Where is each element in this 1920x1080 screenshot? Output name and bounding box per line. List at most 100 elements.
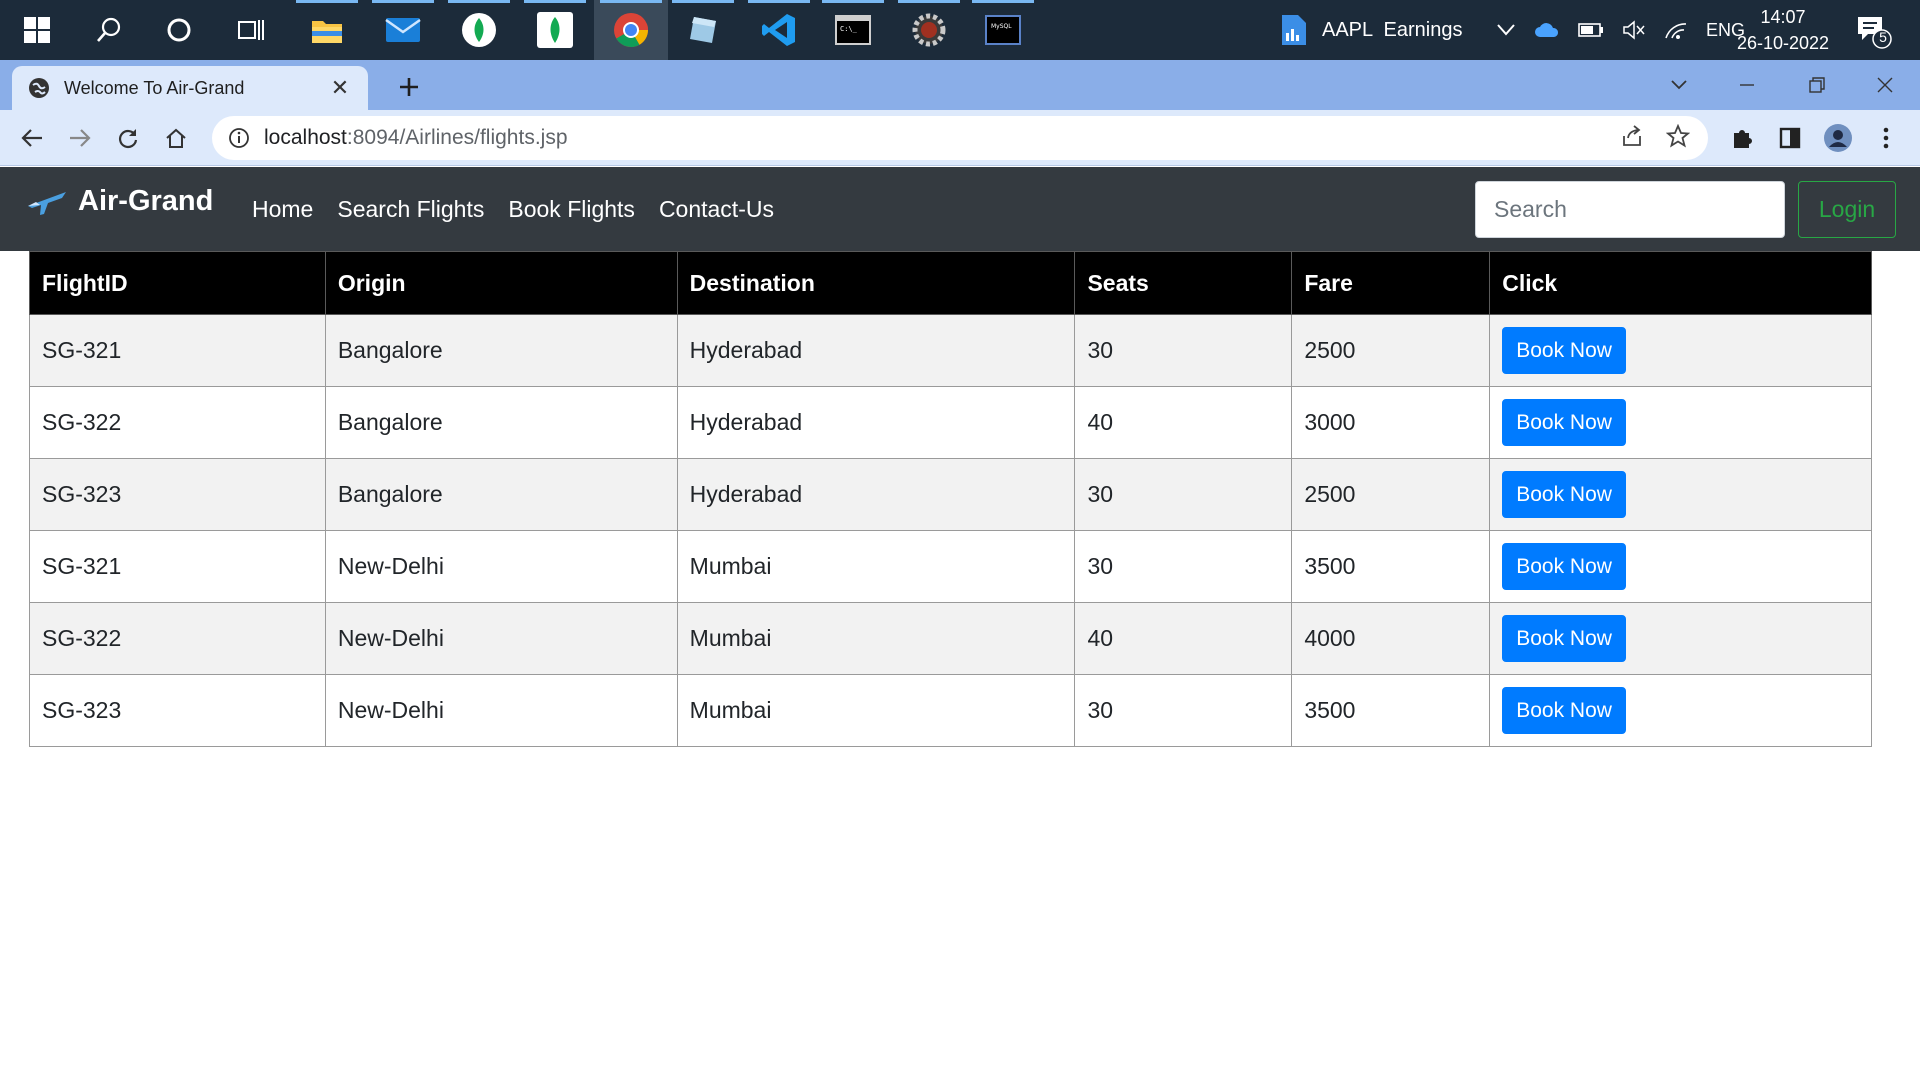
close-window-button[interactable]: [1850, 60, 1920, 110]
cell-action: Book Now: [1489, 530, 1872, 603]
chevron-up-icon[interactable]: [1496, 23, 1516, 37]
nav-link-search-flights[interactable]: Search Flights: [337, 196, 484, 223]
battery-icon[interactable]: [1578, 22, 1604, 38]
system-tray: ENG: [1496, 0, 1745, 60]
windows-start-icon: [24, 17, 50, 43]
kebab-menu-icon: [1883, 127, 1889, 149]
cortana-button[interactable]: [142, 0, 216, 60]
cell-origin: Bangalore: [324, 458, 678, 531]
address-bar[interactable]: localhost:8094/Airlines/flights.jsp: [212, 116, 1708, 160]
windows-taskbar: C:\_ MySQL AAPL Earnings ENG 14:07 26-10…: [0, 0, 1920, 60]
wifi-icon[interactable]: [1664, 20, 1688, 40]
cell-origin: New-Delhi: [324, 602, 678, 675]
cell-action: Book Now: [1489, 458, 1872, 531]
cell-fare: 2500: [1291, 314, 1491, 387]
settings-gear-app-icon: [912, 13, 946, 47]
cortana-icon: [167, 18, 191, 42]
terminal-icon: C:\_: [835, 15, 871, 45]
table-row: SG-322 Bangalore Hyderabad 40 3000 Book …: [29, 386, 1872, 459]
notepad-app-button[interactable]: [666, 0, 740, 60]
cell-destination: Mumbai: [676, 530, 1076, 603]
cell-destination: Hyderabad: [676, 458, 1076, 531]
clock[interactable]: 14:07 26-10-2022: [1728, 4, 1838, 56]
profile-button[interactable]: [1820, 120, 1856, 156]
cell-action: Book Now: [1489, 314, 1872, 387]
file-explorer-button[interactable]: [290, 0, 364, 60]
tab-close-icon[interactable]: ✕: [328, 75, 352, 101]
back-button[interactable]: [14, 120, 50, 156]
url-path: :8094/Airlines/flights.jsp: [346, 126, 568, 149]
book-now-button[interactable]: Book Now: [1502, 327, 1626, 374]
vscode-icon: [762, 14, 795, 46]
browser-tab[interactable]: Welcome To Air-Grand ✕: [12, 66, 368, 110]
avatar-icon: [1824, 124, 1852, 152]
extensions-button[interactable]: [1724, 120, 1760, 156]
new-tab-button[interactable]: [392, 70, 426, 104]
settings-gear-app-button[interactable]: [892, 0, 966, 60]
globe-favicon-icon: [29, 78, 49, 98]
side-panel-button[interactable]: [1772, 120, 1808, 156]
mysql-icon: MySQL: [985, 15, 1021, 45]
nav-link-home[interactable]: Home: [252, 196, 313, 223]
share-icon[interactable]: [1620, 124, 1644, 148]
book-now-button[interactable]: Book Now: [1502, 615, 1626, 662]
mongodb-button[interactable]: [518, 0, 592, 60]
side-panel-icon: [1779, 127, 1801, 149]
minimize-button[interactable]: [1712, 60, 1782, 110]
info-icon[interactable]: [228, 127, 250, 149]
nav-link-book-flights[interactable]: Book Flights: [508, 196, 635, 223]
header-flight-id: FlightID: [29, 251, 326, 315]
table-row: SG-323 Bangalore Hyderabad 30 2500 Book …: [29, 458, 1872, 531]
mongodb-compass-button[interactable]: [442, 0, 516, 60]
header-seats: Seats: [1074, 251, 1293, 315]
forward-button[interactable]: [62, 120, 98, 156]
tab-title: Welcome To Air-Grand: [64, 77, 245, 98]
news-widget[interactable]: AAPL Earnings: [1278, 0, 1462, 60]
site-navbar: Air-Grand Home Search Flights Book Fligh…: [0, 167, 1920, 251]
windows-start-button[interactable]: [0, 0, 74, 60]
table-header-row: FlightID Origin Destination Seats Fare C…: [29, 251, 1872, 315]
clock-time: 14:07: [1760, 7, 1806, 27]
arrow-left-icon: [21, 129, 42, 147]
clock-date: 26-10-2022: [1736, 33, 1830, 53]
table-row: SG-323 New-Delhi Mumbai 30 3500 Book Now: [29, 674, 1872, 747]
book-now-button[interactable]: Book Now: [1502, 471, 1626, 518]
cell-origin: New-Delhi: [324, 674, 678, 747]
search-input[interactable]: [1475, 181, 1785, 238]
home-button[interactable]: [158, 120, 194, 156]
notepad-app-icon: [690, 17, 716, 43]
book-now-button[interactable]: Book Now: [1502, 399, 1626, 446]
cell-destination: Hyderabad: [676, 314, 1076, 387]
nav-link-contact-us[interactable]: Contact-Us: [659, 196, 774, 223]
cell-action: Book Now: [1489, 602, 1872, 675]
notification-center-button[interactable]: 5: [1854, 14, 1894, 55]
reload-button[interactable]: [110, 120, 146, 156]
cell-origin: New-Delhi: [324, 530, 678, 603]
cell-fare: 3500: [1291, 674, 1491, 747]
search-icon: [97, 17, 121, 42]
onedrive-icon[interactable]: [1534, 22, 1560, 38]
mysql-button[interactable]: MySQL: [966, 0, 1040, 60]
terminal-button[interactable]: C:\_: [816, 0, 890, 60]
book-now-button[interactable]: Book Now: [1502, 687, 1626, 734]
restore-button[interactable]: [1782, 60, 1852, 110]
brand[interactable]: Air-Grand: [26, 185, 213, 218]
url-text: localhost:8094/Airlines/flights.jsp: [264, 126, 568, 150]
bookmark-star-icon[interactable]: [1666, 124, 1690, 148]
taskbar-search-button[interactable]: [72, 0, 146, 60]
vscode-button[interactable]: [742, 0, 816, 60]
cell-seats: 30: [1074, 314, 1293, 387]
volume-muted-icon[interactable]: [1622, 20, 1646, 40]
login-button[interactable]: Login: [1798, 181, 1896, 238]
book-now-button[interactable]: Book Now: [1502, 543, 1626, 590]
chrome-button[interactable]: [594, 0, 668, 60]
news-widget-label: AAPL Earnings: [1322, 18, 1463, 41]
browser-toolbar: localhost:8094/Airlines/flights.jsp: [0, 110, 1920, 166]
table-row: SG-322 New-Delhi Mumbai 40 4000 Book Now: [29, 602, 1872, 675]
header-click: Click: [1489, 251, 1872, 315]
chrome-menu-button[interactable]: [1868, 120, 1904, 156]
home-icon: [166, 128, 186, 148]
tab-search-button[interactable]: [1644, 60, 1714, 110]
task-view-button[interactable]: [214, 0, 288, 60]
mail-button[interactable]: [366, 0, 440, 60]
